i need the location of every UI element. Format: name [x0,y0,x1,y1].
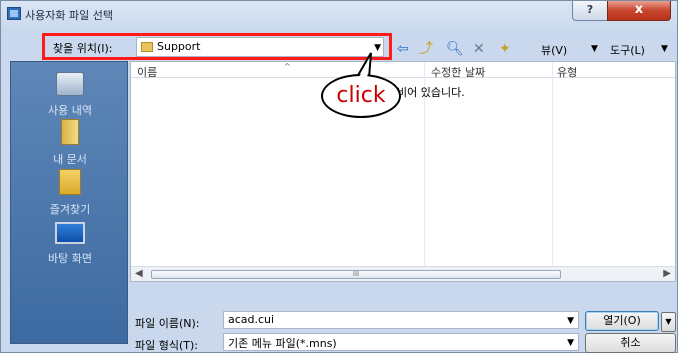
file-dialog: 사용자화 파일 선택 ? x 찾을 위치(I): Support ▼ ⇦ ⤴ 🔍… [0,0,678,353]
callout-tail-cover [358,59,369,80]
